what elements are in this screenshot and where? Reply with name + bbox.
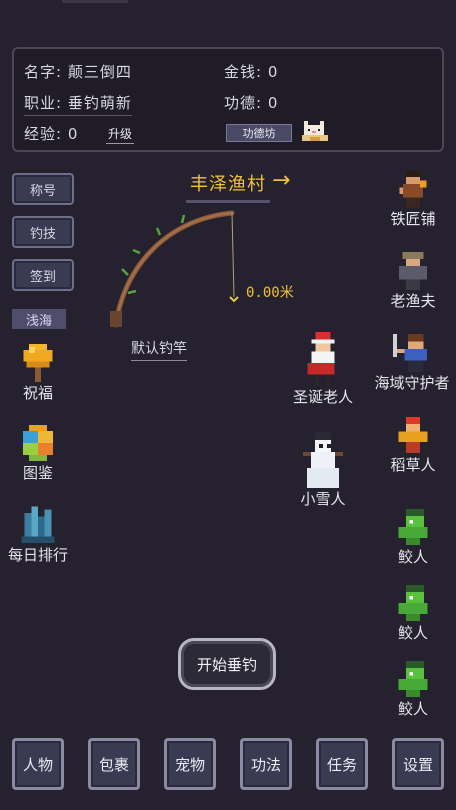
nav-skills-button[interactable]: 功法 <box>240 738 292 790</box>
blacksmith-label: 铁匠铺 <box>390 210 436 228</box>
tree-icon <box>23 344 53 382</box>
pie-icon <box>23 425 53 461</box>
merman-icon <box>398 585 428 621</box>
blessing-label: 祝福 <box>22 384 53 402</box>
player-info-panel: 名字: 颠三倒四 金钱: 0 职业: 垂钓萌新 功德: 0 经验: 0 升级 功… <box>12 47 444 152</box>
santa-label: 圣诞老人 <box>292 388 353 406</box>
merman-icon <box>398 509 428 545</box>
old-fisher-icon <box>399 252 427 290</box>
merman-label-3: 鲛人 <box>397 700 428 718</box>
exp-label: 经验: <box>24 125 63 143</box>
merman-npc-2[interactable]: 鲛人 <box>386 584 440 643</box>
arrow-right-icon[interactable]: → <box>272 168 290 193</box>
name-row: 名字: 颠三倒四 <box>24 61 132 82</box>
guardian-icon <box>393 334 428 372</box>
merman-npc-1[interactable]: 鲛人 <box>386 508 440 567</box>
top-bar-fragment <box>62 0 128 3</box>
exp-row: 经验: 0 <box>24 123 78 144</box>
scarecrow-npc[interactable]: 稻草人 <box>386 416 440 475</box>
scarecrow-label: 稻草人 <box>390 456 436 474</box>
guardian-npc[interactable]: 海域守护者 <box>370 334 454 393</box>
snowman-label: 小雪人 <box>300 490 346 508</box>
job-label: 职业: <box>24 94 63 112</box>
fishing-skill-button[interactable]: 钓技 <box>12 216 74 248</box>
money-row: 金钱: 0 <box>224 61 278 82</box>
codex-label: 图鉴 <box>22 464 53 482</box>
ranking-label: 每日排行 <box>7 546 68 564</box>
merit-label: 功德: <box>224 94 263 112</box>
merit-row: 功德: 0 <box>224 92 278 113</box>
area-label[interactable]: 浅海 <box>12 309 66 329</box>
blessing-item[interactable]: 祝福 <box>14 344 62 403</box>
fishing-rod-icon <box>110 210 239 328</box>
village-underline <box>186 200 270 203</box>
name-label: 名字: <box>24 63 63 81</box>
santa-icon <box>307 332 335 386</box>
blacksmith-npc[interactable]: 铁匠铺 <box>386 170 440 229</box>
merman-npc-3[interactable]: 鲛人 <box>386 660 440 719</box>
cast-distance: 0.00米 <box>246 285 294 301</box>
old-fisher-npc[interactable]: 老渔夫 <box>386 252 440 311</box>
job-row: 职业: 垂钓萌新 <box>24 92 132 113</box>
upgrade-button[interactable]: 升级 <box>106 125 135 144</box>
crystal-icon <box>21 506 55 543</box>
checkin-button[interactable]: 签到 <box>12 259 74 291</box>
cat-icon[interactable] <box>302 121 328 143</box>
codex-item[interactable]: 图鉴 <box>14 424 62 483</box>
ranking-item[interactable]: 每日排行 <box>4 502 72 565</box>
blacksmith-icon <box>399 170 427 208</box>
merman-label-1: 鲛人 <box>397 548 428 566</box>
job-value: 垂钓萌新 <box>67 94 132 112</box>
exp-value: 0 <box>67 125 79 143</box>
nav-settings-button[interactable]: 设置 <box>392 738 444 790</box>
merman-icon <box>398 661 428 697</box>
title-button[interactable]: 称号 <box>12 173 74 205</box>
nav-quests-button[interactable]: 任务 <box>316 738 368 790</box>
money-value: 0 <box>267 63 279 81</box>
snowman-npc[interactable]: 小雪人 <box>296 432 350 509</box>
merman-label-2: 鲛人 <box>397 624 428 642</box>
nav-inventory-button[interactable]: 包裹 <box>88 738 140 790</box>
scarecrow-icon <box>398 417 428 453</box>
guardian-label: 海域守护者 <box>374 374 450 392</box>
start-fishing-button[interactable]: 开始垂钓 <box>178 638 276 690</box>
info-divider <box>24 115 132 116</box>
rod-name[interactable]: 默认钓竿 <box>131 338 187 361</box>
merit-value: 0 <box>267 94 279 112</box>
old-fisher-label: 老渔夫 <box>390 292 436 310</box>
nav-pets-button[interactable]: 宠物 <box>164 738 216 790</box>
merit-shop-button[interactable]: 功德坊 <box>226 124 292 142</box>
santa-npc[interactable]: 圣诞老人 <box>290 332 356 407</box>
village-title[interactable]: 丰泽渔村 <box>186 170 270 196</box>
nav-character-button[interactable]: 人物 <box>12 738 64 790</box>
snowman-icon <box>303 432 343 488</box>
money-label: 金钱: <box>224 63 263 81</box>
name-value: 颠三倒四 <box>67 63 132 81</box>
